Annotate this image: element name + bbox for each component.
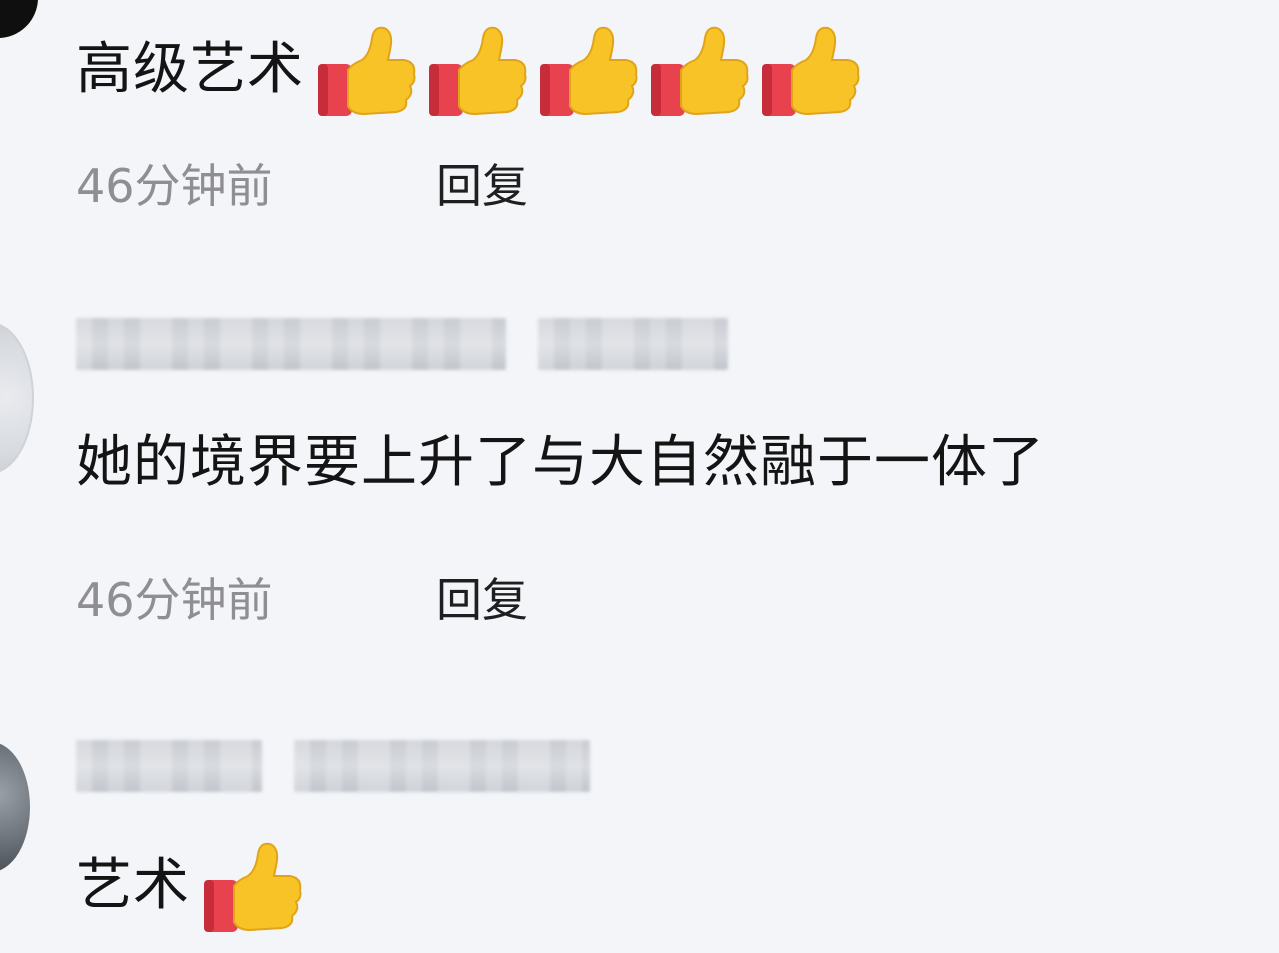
avatar[interactable] (0, 322, 34, 474)
comment-2-reply-button[interactable]: 回复 (436, 572, 528, 628)
thumbs-up-icon (312, 20, 420, 120)
comment-1-meta: 46分钟前 回复 (76, 158, 528, 214)
comment-3-username-blurred[interactable] (76, 740, 590, 792)
avatar[interactable] (0, 742, 30, 872)
thumbs-up-icon (198, 836, 306, 936)
thumbs-up-icon (423, 20, 531, 120)
comment-1-emojis (312, 20, 867, 120)
avatar[interactable] (0, 0, 38, 38)
comment-3-text: 艺术 (76, 836, 309, 936)
blurred-username-part (294, 740, 590, 792)
comment-2-username-blurred[interactable] (76, 318, 728, 370)
comment-3-body: 艺术 (76, 853, 190, 918)
comment-2-time: 46分钟前 (76, 573, 273, 627)
thumbs-up-icon (756, 20, 864, 120)
blurred-username-part (76, 740, 262, 792)
comment-1-body: 高级艺术 (76, 37, 304, 102)
thumbs-up-icon (645, 20, 753, 120)
comment-2-meta: 46分钟前 回复 (76, 572, 528, 628)
comment-1-time: 46分钟前 (76, 159, 273, 213)
comment-2-text: 她的境界要上升了与大自然融于一体了 (76, 428, 1045, 498)
comment-1-reply-button[interactable]: 回复 (436, 158, 528, 214)
blurred-username-part (538, 318, 728, 370)
comment-3-emojis (198, 836, 309, 936)
thumbs-up-icon (534, 20, 642, 120)
blurred-username-part (76, 318, 506, 370)
comment-2-body: 她的境界要上升了与大自然融于一体了 (76, 430, 1045, 495)
comment-1-text: 高级艺术 (76, 20, 867, 120)
